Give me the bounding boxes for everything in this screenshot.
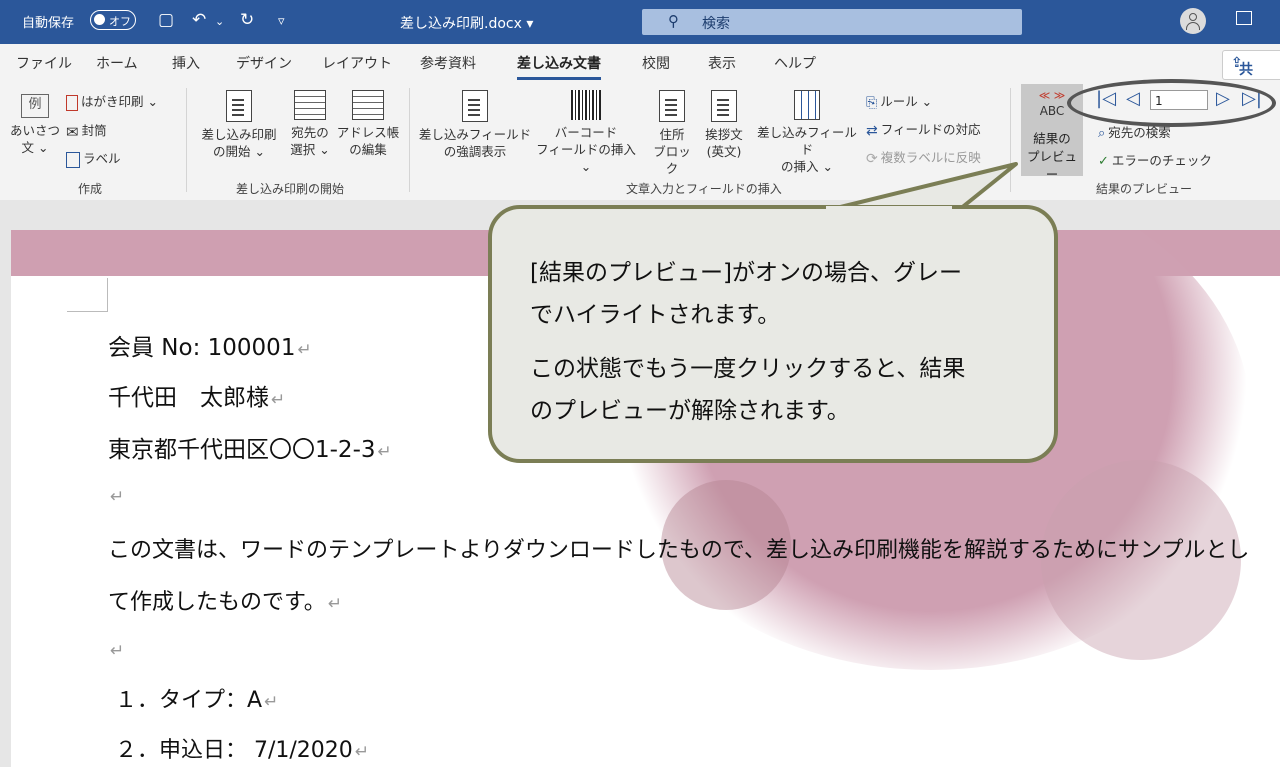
callout-bubble: [結果のプレビュー]がオンの場合、グレー でハイライトされます。 この状態でもう… bbox=[488, 205, 1058, 463]
callout-line-3: この状態でもう一度クリックすると、結果 bbox=[530, 356, 966, 382]
callout-line-4: のプレビューが解除されます。 bbox=[530, 398, 850, 424]
callout-line-2: でハイライトされます。 bbox=[530, 302, 781, 328]
callout-line-1: [結果のプレビュー]がオンの場合、グレー bbox=[530, 260, 962, 286]
